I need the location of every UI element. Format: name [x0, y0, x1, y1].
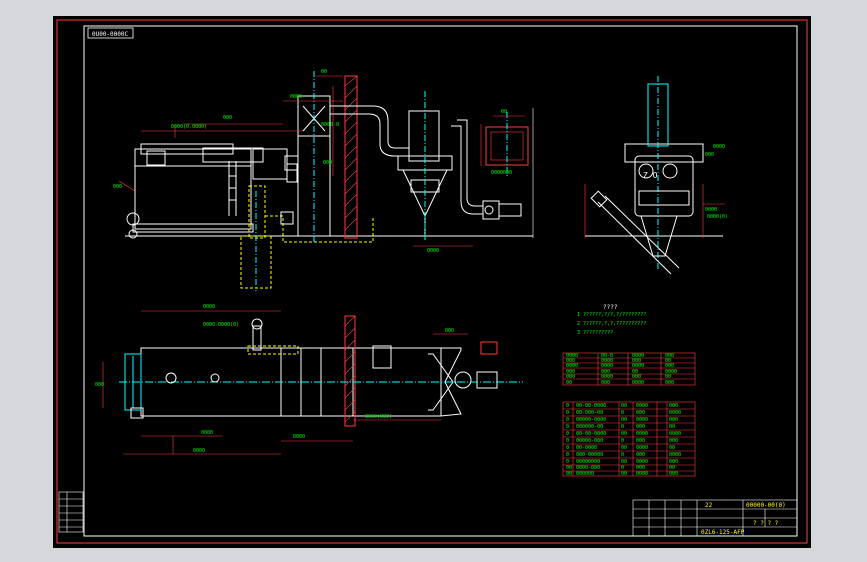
svg-text:00-0000: 00-0000: [576, 445, 597, 451]
drawing-stamp: 0U00-0000C: [87, 27, 134, 39]
svg-text:00000-000: 00000-000: [576, 438, 603, 444]
svg-text:0000: 0000: [427, 248, 439, 254]
qty-value: 22: [705, 502, 713, 509]
svg-text:000: 000: [601, 380, 610, 386]
svg-text:0: 0: [621, 438, 624, 444]
svg-text:000: 000: [665, 380, 674, 386]
svg-text:0: 0: [566, 410, 569, 416]
inner-border: [83, 25, 798, 537]
notes-title: ????: [603, 304, 618, 311]
svg-text:00: 00: [669, 445, 675, 451]
svg-text:0: 0: [566, 403, 569, 409]
svg-text:000: 000: [669, 438, 678, 444]
front-elevation-view: [125, 71, 534, 291]
svg-text:0: 0: [566, 417, 569, 423]
svg-text:0000-0: 0000-0: [321, 122, 339, 128]
svg-text:0000: 0000: [669, 410, 681, 416]
svg-text:Z O: Z O: [643, 171, 658, 180]
svg-text:000: 000: [223, 115, 232, 121]
plan-view: [119, 315, 523, 427]
note-2: 2 ??????,?,?,??????????: [577, 321, 646, 327]
outer-border: [56, 19, 808, 544]
svg-text:0: 0: [621, 424, 624, 430]
svg-text:0000: 0000: [669, 452, 681, 458]
svg-text:0: 0: [566, 445, 569, 451]
svg-text:00: 00: [566, 380, 572, 386]
svg-text:000: 000: [669, 417, 678, 423]
svg-text:00: 00: [621, 403, 627, 409]
svg-text:0000: 0000: [290, 94, 302, 100]
note-3: 3 ??????????: [577, 330, 613, 336]
stamp-text: 0U00-0000C: [92, 31, 129, 38]
svg-text:00: 00: [621, 445, 627, 451]
svg-text:000: 000: [445, 328, 454, 334]
svg-text:00: 00: [621, 471, 627, 477]
svg-text:0000: 0000: [636, 403, 648, 409]
svg-text:000: 000: [113, 184, 122, 190]
svg-text:0000: 0000: [193, 448, 205, 454]
svg-text:00: 00: [501, 109, 507, 115]
title-block-text: 00000-00(0) 22 0ZL6-125-AFP ? ? ? ?: [701, 502, 786, 536]
svg-text:000: 000: [636, 424, 645, 430]
svg-text:0: 0: [566, 452, 569, 458]
drawing-viewport[interactable]: 0U00-0000C 0000(0.0000) 000 0000 00 0000…: [53, 16, 811, 548]
svg-text:0000(0.0000): 0000(0.0000): [171, 124, 207, 130]
svg-text:00: 00: [669, 424, 675, 430]
revision-strip: [58, 491, 84, 533]
title-marks: ? ? ? ?: [753, 520, 779, 527]
svg-text:000: 000: [636, 410, 645, 416]
svg-text:000000-00: 000000-00: [576, 424, 603, 430]
svg-text:00-00-0000: 00-00-0000: [576, 431, 606, 437]
svg-text:00: 00: [621, 431, 627, 437]
svg-text:0000: 0000: [636, 431, 648, 437]
svg-text:000: 000: [323, 160, 332, 166]
svg-text:0: 0: [566, 438, 569, 444]
side-dim-texts: Z O 0000 0000(0) 0000 000: [643, 144, 728, 220]
svg-text:0000: 0000: [293, 434, 305, 440]
drawing-number: 0ZL6-125-AFP: [701, 529, 745, 536]
svg-text:000: 000: [95, 382, 104, 388]
svg-text:0000-0000(0): 0000-0000(0): [203, 322, 239, 328]
svg-text:0000: 0000: [203, 304, 215, 310]
svg-text:000: 000: [705, 152, 714, 158]
svg-text:000000: 000000: [576, 471, 594, 477]
svg-text:00-000-00: 00-000-00: [576, 410, 603, 416]
svg-text:0000: 0000: [201, 430, 213, 436]
svg-text:0000: 0000: [713, 144, 725, 150]
spec-table-lower-text: 0 00-00-0000 00 0000 000 0 00-000-00 0 000 0000 …: [566, 403, 681, 477]
technical-notes: ???? 1 ??????,?/?,?/???????? 2 ??????,?,…: [577, 304, 646, 336]
svg-text:0: 0: [621, 452, 624, 458]
front-dimensions: [118, 75, 525, 247]
svg-text:0000: 0000: [632, 380, 644, 386]
svg-text:0000: 0000: [669, 431, 681, 437]
svg-text:00-00-0000: 00-00-0000: [576, 403, 606, 409]
svg-text:0000000: 0000000: [491, 170, 512, 176]
svg-text:0: 0: [621, 410, 624, 416]
svg-text:000: 000: [636, 438, 645, 444]
svg-text:00: 00: [321, 69, 327, 75]
svg-text:000: 000: [669, 403, 678, 409]
svg-text:0000(000): 0000(000): [365, 414, 392, 420]
plan-dim-texts: 0000 0000 0000 0000 0000(000) 000 0000-0…: [95, 304, 454, 454]
svg-text:0: 0: [566, 424, 569, 430]
drawing-canvas: 0U00-0000C 0000(0.0000) 000 0000 00 0000…: [56, 19, 808, 544]
svg-text:00: 00: [566, 471, 572, 477]
svg-text:0000: 0000: [636, 417, 648, 423]
svg-text:0: 0: [566, 431, 569, 437]
cad-window: 0U00-0000C 0000(0.0000) 000 0000 00 0000…: [0, 0, 867, 562]
title-code: 00000-00(0): [746, 502, 786, 509]
svg-text:0000: 0000: [636, 445, 648, 451]
svg-text:0000: 0000: [705, 207, 717, 213]
svg-text:0000: 0000: [636, 471, 648, 477]
svg-text:000: 000: [636, 452, 645, 458]
note-1: 1 ??????,?/?,?/????????: [577, 312, 646, 318]
svg-text:000-00000: 000-00000: [576, 452, 603, 458]
svg-text:0000(0): 0000(0): [707, 214, 728, 220]
svg-text:000: 000: [669, 471, 678, 477]
svg-text:00000-0000: 00000-0000: [576, 417, 606, 423]
svg-text:00: 00: [621, 417, 627, 423]
